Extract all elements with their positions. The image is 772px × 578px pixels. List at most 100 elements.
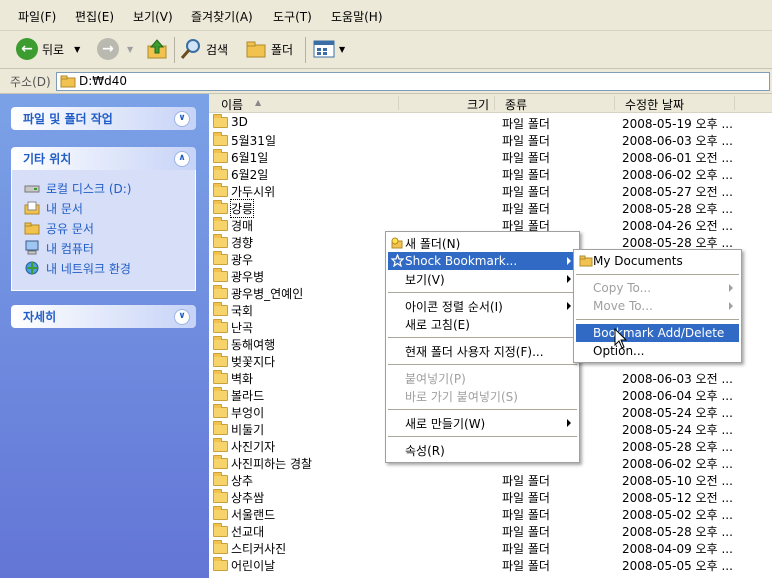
- up-folder-button[interactable]: [146, 37, 168, 61]
- menu-edit[interactable]: 편집(E): [75, 8, 114, 25]
- place-label: 내 문서: [46, 201, 83, 216]
- place-label: 내 컴퓨터: [46, 241, 94, 256]
- file-modified: 2008-06-02 오후 ...: [622, 457, 733, 471]
- menu-item[interactable]: Copy To...: [576, 279, 739, 297]
- folders-button[interactable]: 폴더: [245, 37, 293, 61]
- submenu-arrow-icon: [729, 284, 733, 292]
- collapse-chevron-icon[interactable]: ∧: [174, 150, 190, 167]
- views-dropdown-icon[interactable]: ▼: [339, 45, 345, 54]
- menu-item[interactable]: Shock Bookmark...: [388, 252, 577, 270]
- submenu-arrow-icon: [567, 275, 571, 283]
- task-pane: 파일 및 폴더 작업 ∨ 기타 위치 ∧ 로컬 디스크 (D:) 내 문서 공유…: [0, 94, 209, 578]
- folder-icon: [213, 438, 228, 452]
- file-row[interactable]: 6월2일 파일 폴더 2008-06-02 오후 ...: [209, 165, 772, 182]
- folders-icon: [246, 41, 266, 58]
- toolbar-separator: [174, 37, 175, 63]
- menu-help[interactable]: 도움말(H): [331, 8, 383, 25]
- forward-dropdown-icon[interactable]: ▼: [127, 45, 133, 54]
- file-type: 파일 폴더: [502, 508, 550, 522]
- address-input[interactable]: D:₩d40: [56, 72, 770, 91]
- back-dropdown-icon[interactable]: ▼: [74, 45, 80, 54]
- menu-item[interactable]: My Documents: [576, 252, 739, 270]
- file-modified: 2008-05-10 오전 ...: [622, 474, 733, 488]
- file-name: 3D: [231, 115, 248, 129]
- expand-chevron-icon[interactable]: ∨: [174, 110, 190, 127]
- column-divider[interactable]: [614, 96, 615, 110]
- folder-icon: [213, 387, 228, 401]
- menu-file[interactable]: 파일(F): [18, 8, 56, 25]
- menu-item-label: 새로 만들기(W): [405, 416, 486, 431]
- menu-item[interactable]: 현재 폴더 사용자 지정(F)...: [388, 342, 577, 360]
- menu-bar: 파일(F) 편집(E) 보기(V) 즐겨찾기(A) 도구(T) 도움말(H): [0, 0, 772, 31]
- menu-item[interactable]: 새로 고침(E): [388, 315, 577, 333]
- file-row[interactable]: 가두시위 파일 폴더 2008-05-27 오전 ...: [209, 182, 772, 199]
- menu-item[interactable]: Option...: [576, 342, 739, 360]
- file-row[interactable]: 어린이날 파일 폴더 2008-05-05 오후 ...: [209, 556, 772, 573]
- file-modified: 2008-05-12 오전 ...: [622, 491, 733, 505]
- column-headers: 이름 ▲ 크기 종류 수정한 날짜: [209, 94, 772, 113]
- file-modified: 2008-06-03 오전 ...: [622, 372, 733, 386]
- file-modified: 2008-05-27 오전 ...: [622, 185, 733, 199]
- menu-item[interactable]: 새로 만들기(W): [388, 414, 577, 432]
- column-size[interactable]: 크기: [467, 96, 489, 113]
- expand-chevron-icon[interactable]: ∨: [174, 308, 190, 325]
- file-type: 파일 폴더: [502, 117, 550, 131]
- place-shared-documents[interactable]: 공유 문서: [24, 218, 185, 238]
- menu-view[interactable]: 보기(V): [133, 8, 173, 25]
- column-name[interactable]: 이름: [221, 96, 243, 113]
- menu-separator: [388, 337, 577, 338]
- file-name-cell: 경향: [213, 234, 253, 251]
- file-name: 경매: [231, 219, 254, 233]
- panel-title: 기타 위치: [23, 152, 72, 166]
- file-modified: 2008-06-02 오후 ...: [622, 168, 733, 182]
- place-my-documents[interactable]: 내 문서: [24, 198, 185, 218]
- menu-item-label: 속성(R): [405, 443, 445, 458]
- folder-icon: [213, 132, 228, 146]
- column-type[interactable]: 종류: [505, 96, 527, 113]
- folder-icon: [213, 113, 228, 128]
- place-my-computer[interactable]: 내 컴퓨터: [24, 238, 185, 258]
- file-row[interactable]: 서울랜드 파일 폴더 2008-05-02 오후 ...: [209, 505, 772, 522]
- file-name: 국회: [231, 304, 254, 318]
- search-button[interactable]: 검색: [180, 37, 228, 61]
- file-row[interactable]: 상추쌈 파일 폴더 2008-05-12 오전 ...: [209, 488, 772, 505]
- menu-item[interactable]: 아이콘 정렬 순서(I): [388, 297, 577, 315]
- menu-favorites[interactable]: 즐겨찾기(A): [191, 8, 253, 25]
- column-divider[interactable]: [734, 96, 735, 110]
- menu-tools[interactable]: 도구(T): [273, 8, 312, 25]
- other-places-header[interactable]: 기타 위치 ∧: [11, 147, 196, 170]
- place-label: 내 네트워크 환경: [46, 261, 131, 276]
- menu-item[interactable]: Move To...: [576, 297, 739, 315]
- views-button[interactable]: ▼: [313, 37, 345, 61]
- column-divider[interactable]: [494, 96, 495, 110]
- menu-item[interactable]: 새 폴더(N): [388, 234, 577, 252]
- back-button[interactable]: ← 뒤로 ▼: [16, 37, 80, 61]
- file-row[interactable]: 5월31일 파일 폴더 2008-06-03 오후 ...: [209, 131, 772, 148]
- file-row[interactable]: 스티커사진 파일 폴더 2008-04-09 오후 ...: [209, 539, 772, 556]
- folder-icon: [213, 166, 228, 180]
- folders-label: 폴더: [271, 42, 294, 57]
- menu-item[interactable]: 바로 가기 붙여넣기(S): [388, 387, 577, 405]
- menu-item[interactable]: Bookmark Add/Delete: [576, 324, 739, 342]
- column-divider[interactable]: [398, 96, 399, 110]
- file-row[interactable]: 상추 파일 폴더 2008-05-10 오전 ...: [209, 471, 772, 488]
- details-header[interactable]: 자세히 ∨: [11, 305, 196, 328]
- place-my-network[interactable]: 내 네트워크 환경: [24, 258, 185, 278]
- file-row[interactable]: 강릉 파일 폴더 2008-05-28 오후 ...: [209, 199, 772, 218]
- menu-item[interactable]: 속성(R): [388, 441, 577, 459]
- menu-item-label: 새로 고침(E): [405, 317, 470, 332]
- file-row[interactable]: 3D 파일 폴더 2008-05-19 오후 ...: [209, 113, 772, 131]
- menu-item-label: 아이콘 정렬 순서(I): [405, 299, 503, 314]
- file-name-cell: 서울랜드: [213, 506, 275, 523]
- file-row[interactable]: 6월1일 파일 폴더 2008-06-01 오전 ...: [209, 148, 772, 165]
- column-modified[interactable]: 수정한 날짜: [625, 96, 684, 113]
- forward-button[interactable]: → ▼: [97, 37, 133, 61]
- other-places-panel: 기타 위치 ∧ 로컬 디스크 (D:) 내 문서 공유 문서 내 컴퓨터 내 네…: [11, 147, 196, 291]
- folder-icon: [213, 251, 228, 265]
- place-local-disk[interactable]: 로컬 디스크 (D:): [24, 178, 185, 198]
- file-type: 파일 폴더: [502, 202, 550, 216]
- menu-item[interactable]: 보기(V): [388, 270, 577, 288]
- file-folder-tasks-header[interactable]: 파일 및 폴더 작업 ∨: [11, 107, 196, 130]
- menu-item[interactable]: 붙여넣기(P): [388, 369, 577, 387]
- file-row[interactable]: 선교대 파일 폴더 2008-05-28 오후 ...: [209, 522, 772, 539]
